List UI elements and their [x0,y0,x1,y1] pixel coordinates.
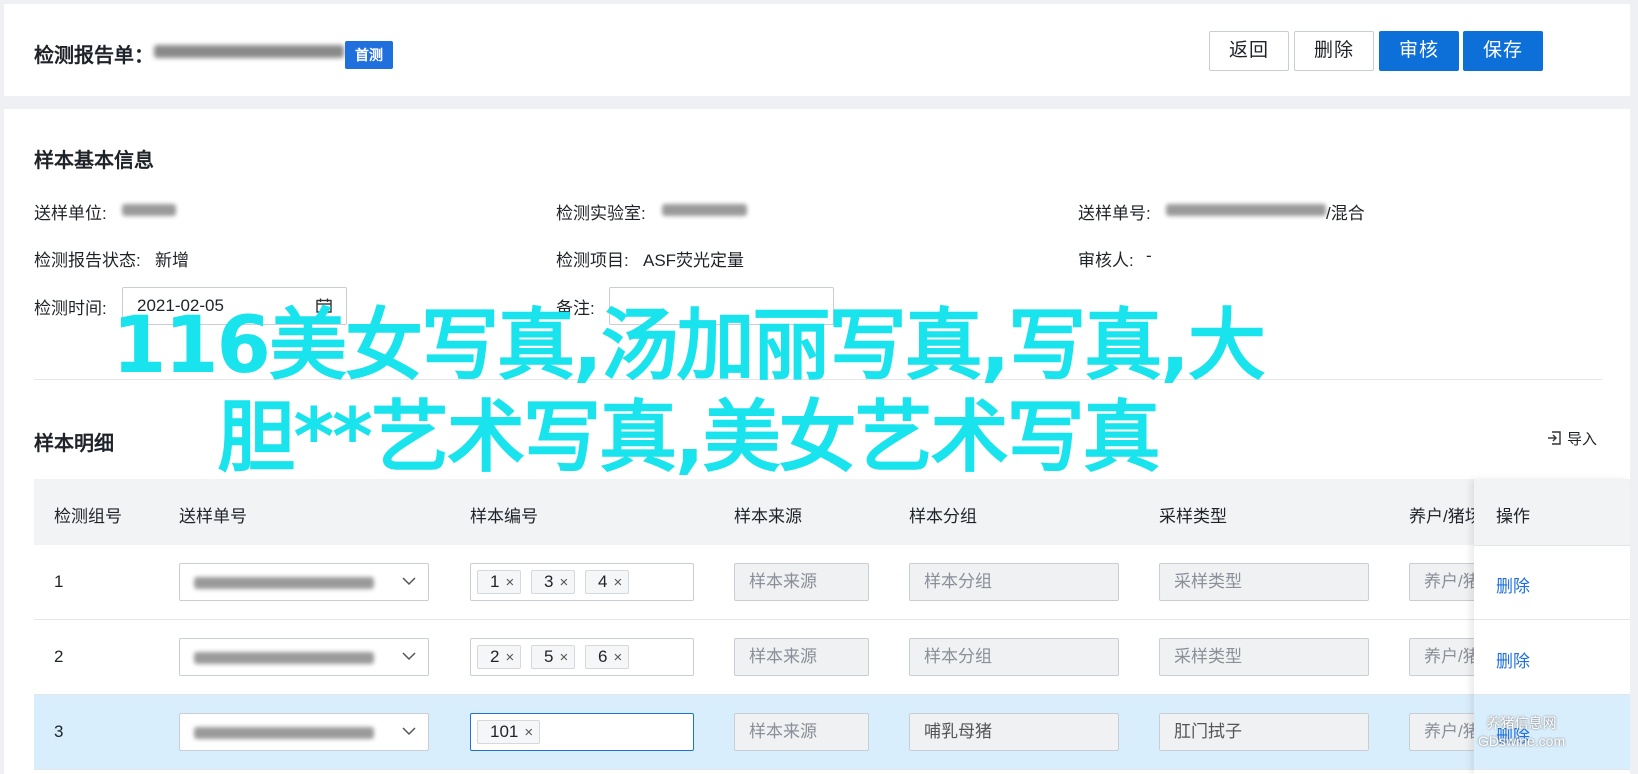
import-icon[interactable] [1546,430,1562,446]
col-farm: 养户/猪场 [1409,507,1482,526]
col-sample-source: 样本来源 [734,507,802,526]
sampling-type-input: 肛门拭子 [1159,713,1369,751]
sender-unit-label: 送样单位: [34,204,107,223]
sample-tag: 101 × [477,720,541,744]
overlay-caption: 116美女写真,汤加丽写真,写真,大 胆**艺术写真,美女艺术写真 [18,300,1358,484]
lab-label: 检测实验室: [556,204,646,223]
test-item-label: 检测项目: [556,251,629,270]
table-row: 1 1 × 3 × 4 × 样本来源 样本分组 采样类型 养户/猪场 [34,545,1602,620]
sample-tag-label: 1 [490,572,500,591]
sample-group-input: 样本分组 [909,638,1119,676]
tag-remove-icon[interactable]: × [559,649,568,666]
row-number: 3 [54,722,64,741]
review-button[interactable]: 审核 [1379,31,1459,71]
col-test-group: 检测组号 [54,507,122,526]
col-send-no: 送样单号 [179,507,247,526]
report-status-value: 新增 [155,251,189,270]
import-link[interactable]: 导入 [1567,428,1597,449]
send-no-redacted [194,727,374,739]
sample-tag: 3 × [531,570,576,594]
row-delete-link[interactable]: 删除 [1496,647,1530,672]
operation-cell: 删除 [1474,620,1630,695]
sample-tag-label: 101 [490,722,519,741]
send-no-label: 送样单号: [1078,204,1151,223]
back-button[interactable]: 返回 [1209,31,1289,71]
send-no-select[interactable] [179,638,429,676]
sample-tag-label: 3 [544,572,554,591]
reviewer-label: 审核人: [1078,251,1134,270]
watermark: 养猪信息网 GDswine.com [1478,714,1565,750]
page-title: 检测报告单： [34,45,154,67]
sample-tag: 2 × [477,645,522,669]
send-no-value-redacted [1166,204,1326,216]
row-number: 2 [54,647,64,666]
watermark-line1: 养猪信息网 [1486,715,1557,731]
sample-tag-label: 5 [544,647,554,666]
send-no-suffix: /混合 [1326,204,1365,223]
save-button[interactable]: 保存 [1463,31,1543,71]
table-row: 2 2 × 5 × 6 × 样本来源 样本分组 采样类型 养户/猪场 [34,620,1602,695]
send-no-select[interactable] [179,563,429,601]
chevron-down-icon [402,652,416,661]
sample-group-input: 样本分组 [909,563,1119,601]
sample-tag: 5 × [531,645,576,669]
tag-remove-icon[interactable]: × [559,574,568,591]
tag-remove-icon[interactable]: × [505,649,514,666]
delete-button[interactable]: 删除 [1294,31,1374,71]
sampling-type-input: 采样类型 [1159,638,1369,676]
send-no-redacted [194,652,374,664]
reviewer-value: - [1146,246,1152,265]
row-number: 1 [54,572,64,591]
sample-tag-label: 2 [490,647,500,666]
sample-source-input: 样本来源 [734,563,869,601]
sample-group-input: 哺乳母猪 [909,713,1119,751]
sample-tag-label: 6 [598,647,608,666]
col-sample-group: 样本分组 [909,507,977,526]
sample-tag: 6 × [585,645,630,669]
sample-tag: 4 × [585,570,630,594]
send-no-select[interactable] [179,713,429,751]
header-card: 检测报告单： 首测 返回 删除 审核 保存 [4,4,1630,96]
status-badge: 首测 [345,41,393,69]
chevron-down-icon [402,727,416,736]
col-sample-no: 样本编号 [470,507,538,526]
tag-remove-icon[interactable]: × [505,574,514,591]
overlay-caption-line2: 胆**艺术写真,美女艺术写真 [217,393,1160,483]
sample-no-tag-input[interactable]: 1 × 3 × 4 × [470,563,694,601]
sample-source-input: 样本来源 [734,713,869,751]
col-sampling-type: 采样类型 [1159,507,1227,526]
tag-remove-icon[interactable]: × [524,724,533,741]
sender-unit-value-redacted [122,204,176,216]
sample-tag: 1 × [477,570,522,594]
col-operation-header: 操作 [1474,479,1630,546]
tag-remove-icon[interactable]: × [613,649,622,666]
row-delete-link[interactable]: 删除 [1496,572,1530,597]
report-status-label: 检测报告状态: [34,251,141,270]
report-id-redacted [154,45,344,58]
sample-no-tag-input[interactable]: 101 × [470,713,694,751]
operation-cell: 删除 [1474,545,1630,620]
test-item-value: ASF荧光定量 [643,251,745,270]
sampling-type-input: 采样类型 [1159,563,1369,601]
send-no-redacted [194,577,374,589]
tag-remove-icon[interactable]: × [613,574,622,591]
basic-info-title: 样本基本信息 [34,150,154,172]
table-header: 检测组号 送样单号 样本编号 样本来源 样本分组 采样类型 养户/猪场 [34,479,1602,546]
sample-no-tag-input[interactable]: 2 × 5 × 6 × [470,638,694,676]
overlay-caption-line1: 116美女写真,汤加丽写真,写真,大 [112,301,1266,391]
col-operation: 操作 [1496,507,1530,526]
chevron-down-icon [402,577,416,586]
table-row-selected: 3 101 × 样本来源 哺乳母猪 肛门拭子 养户/猪场 [34,695,1602,770]
sample-tag-label: 4 [598,572,608,591]
sample-source-input: 样本来源 [734,638,869,676]
watermark-line2: GDswine.com [1478,733,1566,749]
lab-value-redacted [662,204,747,216]
